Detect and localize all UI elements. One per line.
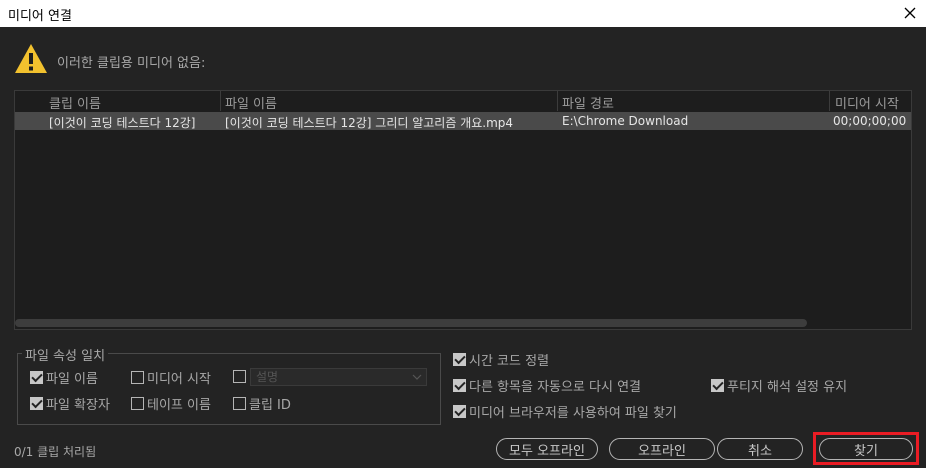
checkbox-label: 미디어 브라우저를 사용하여 파일 찾기 <box>469 406 677 421</box>
status-text: 0/1 클립 처리됨 <box>14 445 97 459</box>
horizontal-scrollbar[interactable] <box>15 319 807 327</box>
cancel-button[interactable]: 취소 <box>717 438 803 460</box>
match-description-checkbox[interactable] <box>233 370 246 383</box>
checkbox-unchecked-icon <box>131 397 144 410</box>
locate-button-highlight <box>813 432 919 465</box>
checkbox-label: 푸티지 해석 설정 유지 <box>727 380 848 395</box>
select-value: 설명 <box>256 370 279 384</box>
checkbox-checked-icon <box>453 353 466 366</box>
checkbox-checked-icon <box>453 379 466 392</box>
preserve-interpret-checkbox[interactable]: 푸티지 해석 설정 유지 <box>711 376 847 395</box>
checkbox-label: 미디어 시작 <box>147 372 211 387</box>
match-properties-label: 파일 속성 일치 <box>22 345 109 364</box>
checkbox-label: 클립 ID <box>249 398 291 413</box>
match-media-start-checkbox[interactable]: 미디어 시작 <box>131 368 211 387</box>
relink-others-checkbox[interactable]: 다른 항목을 자동으로 다시 연결 <box>453 376 641 395</box>
checkbox-checked-icon <box>30 397 43 410</box>
header-media-start[interactable]: 미디어 시작 <box>835 93 899 112</box>
match-tape-name-checkbox[interactable]: 테이프 이름 <box>131 394 211 413</box>
window-title: 미디어 연결 <box>8 9 72 24</box>
header-clip-name[interactable]: 클립 이름 <box>49 93 101 112</box>
checkbox-label: 다른 항목을 자동으로 다시 연결 <box>469 380 642 395</box>
missing-media-table[interactable]: 클립 이름 파일 이름 파일 경로 미디어 시작 [이것이 코딩 테스트다 12… <box>14 90 912 330</box>
cell-clip-name: [이것이 코딩 테스트다 12강] <box>49 116 196 130</box>
checkbox-label: 테이프 이름 <box>147 398 211 413</box>
header-file-path[interactable]: 파일 경로 <box>562 93 614 112</box>
column-divider[interactable] <box>829 91 830 111</box>
header-file-name[interactable]: 파일 이름 <box>225 93 277 112</box>
cell-media-start: 00;00;00;00 <box>833 114 907 128</box>
table-row[interactable]: [이것이 코딩 테스트다 12강] [이것이 코딩 테스트다 12강] 그리디 … <box>15 112 911 130</box>
match-file-name-checkbox[interactable]: 파일 이름 <box>30 368 98 387</box>
align-timecode-checkbox[interactable]: 시간 코드 정렬 <box>453 350 549 369</box>
chevron-down-icon <box>412 374 422 380</box>
checkbox-checked-icon <box>711 379 724 392</box>
checkbox-unchecked-icon <box>233 370 246 383</box>
checkbox-unchecked-icon <box>233 397 246 410</box>
match-file-ext-checkbox[interactable]: 파일 확장자 <box>30 394 110 413</box>
offline-button[interactable]: 오프라인 <box>609 438 715 460</box>
cell-file-path: E:\Chrome Download <box>562 114 689 128</box>
cell-file-name: [이것이 코딩 테스트다 12강] 그리디 알고리즘 개요.mp4 <box>225 116 514 130</box>
column-divider[interactable] <box>220 91 221 111</box>
warning-icon <box>15 44 47 73</box>
checkbox-label: 파일 확장자 <box>46 398 110 413</box>
use-media-browser-checkbox[interactable]: 미디어 브라우저를 사용하여 파일 찾기 <box>453 402 677 421</box>
match-clip-id-checkbox[interactable]: 클립 ID <box>233 394 291 413</box>
checkbox-checked-icon <box>453 405 466 418</box>
checkbox-checked-icon <box>30 371 43 384</box>
checkbox-unchecked-icon <box>131 371 144 384</box>
close-icon[interactable] <box>900 3 920 23</box>
description-select[interactable]: 설명 <box>250 368 427 386</box>
warning-message: 이러한 클립용 미디어 없음: <box>57 56 206 71</box>
checkbox-label: 파일 이름 <box>46 372 98 387</box>
offline-all-button[interactable]: 모두 오프라인 <box>496 438 598 460</box>
column-divider[interactable] <box>557 91 558 111</box>
checkbox-label: 시간 코드 정렬 <box>469 354 550 369</box>
title-bar: 미디어 연결 <box>0 0 926 27</box>
